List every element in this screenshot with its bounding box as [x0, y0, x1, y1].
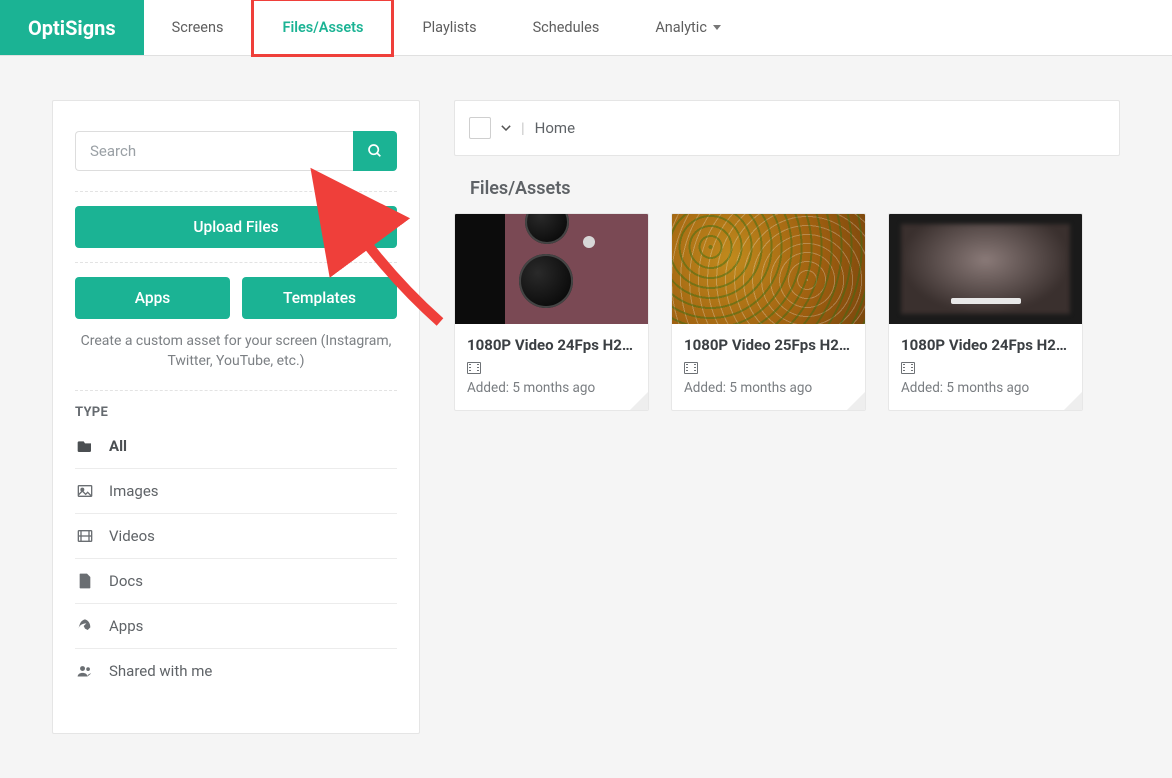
asset-added: Added: 5 months ago [684, 380, 853, 396]
type-shared[interactable]: Shared with me [75, 649, 397, 693]
asset-title: 1080P Video 25Fps H26… [684, 336, 853, 354]
card-corner [847, 392, 865, 410]
upload-files-button[interactable]: Upload Files [75, 206, 397, 248]
folder-icon [77, 438, 93, 454]
type-images-label: Images [109, 482, 159, 500]
image-icon [77, 483, 93, 499]
breadcrumb-home[interactable]: Home [535, 119, 575, 137]
brand-logo[interactable]: OptiSigns [0, 0, 144, 55]
asset-title: 1080P Video 24Fps H26… [467, 336, 636, 354]
asset-added: Added: 5 months ago [901, 380, 1070, 396]
asset-thumbnail [455, 214, 648, 324]
film-icon [684, 362, 698, 374]
templates-button[interactable]: Templates [242, 277, 397, 319]
top-nav: OptiSigns Screens Files/Assets Playlists… [0, 0, 1172, 56]
search-icon [367, 143, 383, 159]
type-images[interactable]: Images [75, 469, 397, 514]
card-corner [1064, 392, 1082, 410]
users-icon [77, 663, 93, 679]
custom-asset-hint: Create a custom asset for your screen (I… [75, 331, 397, 372]
video-icon [77, 528, 93, 544]
breadcrumb-bar: | Home [454, 100, 1120, 156]
asset-added: Added: 5 months ago [467, 380, 636, 396]
select-all-checkbox[interactable] [469, 117, 491, 139]
caret-down-icon [713, 25, 721, 30]
main-content: | Home Files/Assets 1080P Video 24Fps H2… [454, 100, 1120, 734]
search-input[interactable] [75, 131, 353, 171]
tab-playlists[interactable]: Playlists [394, 0, 504, 55]
sidebar: Upload Files Apps Templates Create a cus… [52, 100, 420, 734]
type-docs[interactable]: Docs [75, 559, 397, 604]
type-all[interactable]: All [75, 424, 397, 469]
type-videos[interactable]: Videos [75, 514, 397, 559]
search-button[interactable] [353, 131, 397, 171]
separator: | [521, 119, 525, 137]
type-docs-label: Docs [109, 572, 143, 590]
film-icon [901, 362, 915, 374]
asset-thumbnail [889, 214, 1082, 324]
type-videos-label: Videos [109, 527, 155, 545]
type-apps-label: Apps [109, 617, 143, 635]
tab-schedules[interactable]: Schedules [505, 0, 628, 55]
card-corner [630, 392, 648, 410]
asset-card[interactable]: 1080P Video 25Fps H26… Added: 5 months a… [671, 213, 866, 411]
asset-thumbnail [672, 214, 865, 324]
film-icon [467, 362, 481, 374]
type-header: TYPE [75, 405, 397, 420]
type-all-label: All [109, 437, 127, 455]
tab-analytic[interactable]: Analytic [627, 0, 749, 55]
tab-files-assets[interactable]: Files/Assets [251, 0, 394, 57]
doc-icon [77, 573, 93, 589]
type-apps[interactable]: Apps [75, 604, 397, 649]
rocket-icon [77, 618, 93, 634]
asset-card[interactable]: 1080P Video 24Fps H26… Added: 5 months a… [454, 213, 649, 411]
asset-title: 1080P Video 24Fps H26… [901, 336, 1070, 354]
tab-screens[interactable]: Screens [144, 0, 252, 55]
tab-analytic-label: Analytic [655, 19, 707, 36]
asset-card[interactable]: 1080P Video 24Fps H26… Added: 5 months a… [888, 213, 1083, 411]
chevron-down-icon[interactable] [501, 125, 511, 132]
type-shared-label: Shared with me [109, 662, 212, 680]
apps-button[interactable]: Apps [75, 277, 230, 319]
section-title: Files/Assets [470, 178, 1120, 199]
